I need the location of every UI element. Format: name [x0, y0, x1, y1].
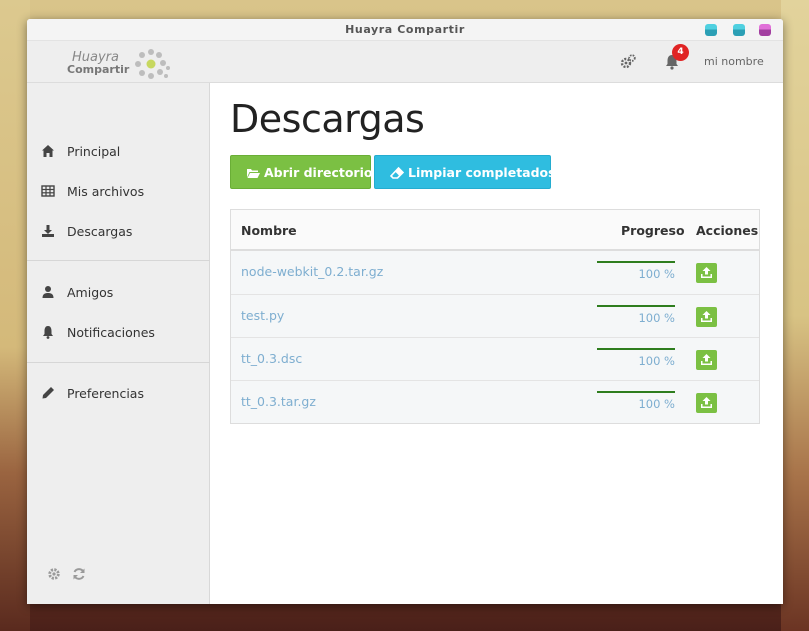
page-title: Descargas: [230, 97, 425, 141]
open-directory-label: Abrir directorio: [264, 165, 373, 180]
clear-completed-label: Limpiar completados: [408, 165, 556, 180]
progress-text: 100 %: [638, 397, 675, 411]
open-file-button[interactable]: [696, 263, 717, 283]
open-file-button[interactable]: [696, 350, 717, 370]
progress-text: 100 %: [638, 267, 675, 281]
table-row: tt_0.3.tar.gz 100 %: [231, 380, 759, 423]
sidebar-item-principal[interactable]: Principal: [27, 136, 210, 166]
table-row: node-webkit_0.2.tar.gz 100 %: [231, 251, 759, 294]
downloads-table: Nombre Progreso Acciones node-webkit_0.2…: [230, 209, 760, 424]
sidebar-item-label: Principal: [67, 144, 121, 159]
upload-icon: [701, 311, 712, 322]
open-directory-button[interactable]: Abrir directorio: [230, 155, 373, 189]
sidebar-item-descargas[interactable]: Descargas: [27, 216, 210, 246]
file-name-link[interactable]: tt_0.3.dsc: [241, 351, 302, 366]
open-file-button[interactable]: [696, 393, 717, 413]
upload-icon: [701, 267, 712, 278]
progress-bar: [597, 261, 675, 263]
username[interactable]: mi nombre: [704, 55, 764, 68]
upload-icon: [701, 397, 712, 408]
file-name-link[interactable]: node-webkit_0.2.tar.gz: [241, 264, 383, 279]
sidebar-divider: [27, 362, 210, 363]
sidebar-item-amigos[interactable]: Amigos: [27, 277, 210, 307]
header-acciones: Acciones: [696, 223, 759, 238]
progress-text: 100 %: [638, 311, 675, 325]
file-name-link[interactable]: test.py: [241, 308, 284, 323]
sidebar-item-notificaciones[interactable]: Notificaciones: [27, 317, 210, 347]
clear-completed-button[interactable]: Limpiar completados: [374, 155, 556, 189]
header-progreso: Progreso: [621, 223, 685, 238]
sidebar-item-preferencias[interactable]: Preferencias: [27, 378, 210, 408]
eraser-icon: [390, 166, 404, 179]
home-icon: [42, 145, 54, 157]
file-name-link[interactable]: tt_0.3.tar.gz: [241, 394, 316, 409]
sidebar-item-mis-archivos[interactable]: Mis archivos: [27, 176, 210, 206]
maximize-button[interactable]: [733, 24, 745, 36]
download-icon: [42, 225, 54, 237]
pencil-icon: [42, 387, 54, 399]
open-file-button[interactable]: [696, 307, 717, 327]
progress-fill: [597, 348, 675, 350]
sidebar-item-label: Preferencias: [67, 386, 144, 401]
refresh-icon[interactable]: [72, 567, 86, 581]
table-icon: [41, 185, 55, 197]
sidebar-item-label: Mis archivos: [67, 184, 145, 199]
user-icon: [42, 286, 54, 298]
flower-logo-icon: [135, 49, 170, 79]
folder-open-icon: [247, 169, 260, 178]
title-bar: Huayra Compartir: [27, 19, 783, 41]
sidebar-divider: [27, 260, 210, 261]
settings-gear-icon[interactable]: [47, 567, 61, 581]
minimize-button[interactable]: [705, 24, 717, 36]
bell-icon: [43, 326, 53, 339]
table-row: test.py 100 %: [231, 294, 759, 337]
brand-line2: Compartir: [67, 63, 130, 76]
top-navbar: Huayra Compartir 4 mi nombre: [27, 41, 783, 83]
notification-badge: 4: [672, 44, 689, 61]
progress-fill: [597, 305, 675, 307]
sidebar: Principal Mis archivos Descargas Amigos …: [27, 83, 210, 604]
desktop-background-left: [0, 0, 30, 631]
table-row: tt_0.3.dsc 100 %: [231, 337, 759, 380]
progress-text: 100 %: [638, 354, 675, 368]
sidebar-item-label: Notificaciones: [67, 325, 155, 340]
progress-fill: [597, 261, 675, 263]
progress-fill: [597, 391, 675, 393]
close-button[interactable]: [759, 24, 771, 36]
header-nombre: Nombre: [241, 223, 297, 238]
main-content: Descargas Abrir directorio Limpiar compl…: [210, 83, 783, 604]
window-title: Huayra Compartir: [345, 23, 465, 36]
progress-bar: [597, 391, 675, 393]
sidebar-item-label: Amigos: [67, 285, 114, 300]
progress-bar: [597, 305, 675, 307]
upload-icon: [701, 354, 712, 365]
table-header: Nombre Progreso Acciones: [231, 210, 759, 251]
app-window: Huayra Compartir Huayra Compartir 4 mi n…: [27, 19, 783, 604]
progress-bar: [597, 348, 675, 350]
brand-logo[interactable]: Huayra Compartir: [67, 46, 177, 80]
gears-icon[interactable]: [619, 53, 637, 71]
desktop-background-right: [781, 0, 809, 631]
sidebar-item-label: Descargas: [67, 224, 133, 239]
